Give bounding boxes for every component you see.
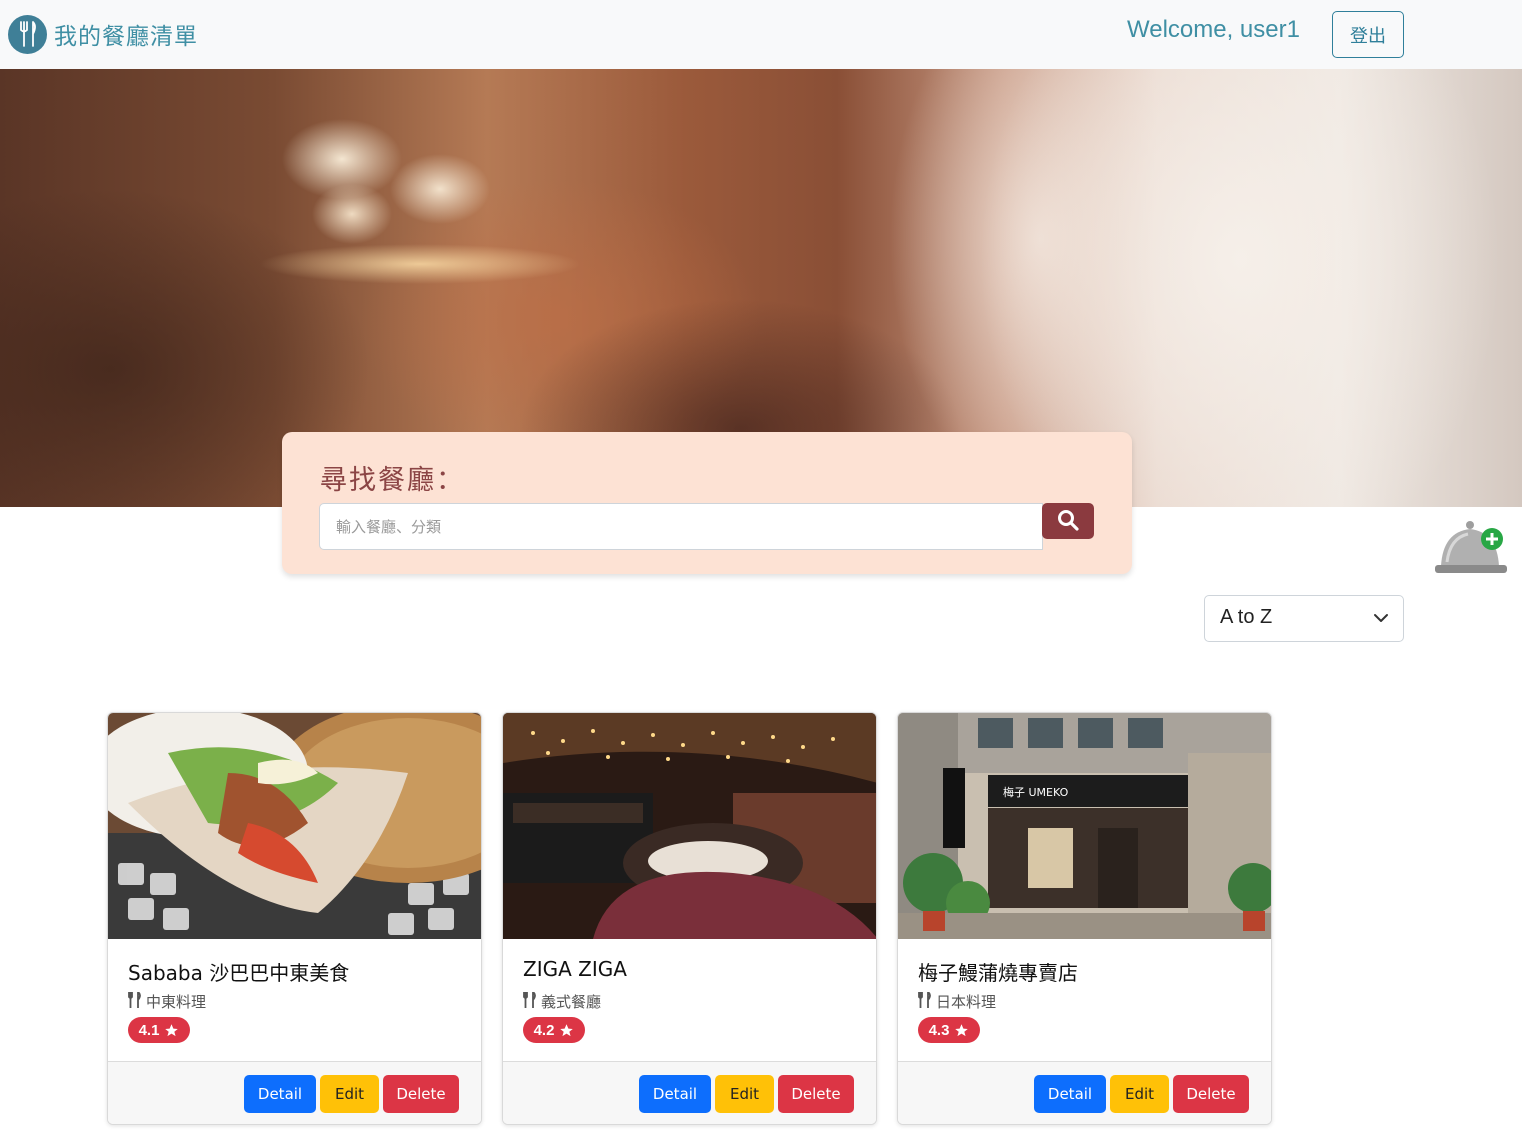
navbar: 我的餐廳清單 Welcome, user1 登出 <box>0 0 1522 69</box>
rating-badge: 4.1 <box>128 1017 190 1043</box>
add-restaurant-button[interactable] <box>1432 518 1510 576</box>
brand[interactable]: 我的餐廳清單 <box>8 14 198 54</box>
welcome-text: Welcome, user1 <box>1127 16 1300 43</box>
add-restaurant-cloche-icon <box>1432 521 1510 580</box>
svg-text:梅子 UMEKO: 梅子 UMEKO <box>1003 785 1069 799</box>
restaurant-name: ZIGA ZIGA <box>523 957 627 981</box>
rating-badge: 4.2 <box>523 1017 585 1043</box>
delete-button[interactable]: Delete <box>383 1075 459 1113</box>
brand-title: 我的餐廳清單 <box>54 24 198 50</box>
detail-button[interactable]: Detail <box>244 1075 316 1113</box>
rating-value: 4.3 <box>928 1021 950 1039</box>
sort-select[interactable]: A to Z <box>1204 595 1404 642</box>
rating-badge: 4.3 <box>918 1017 980 1043</box>
search-panel: 尋找餐廳： <box>282 432 1132 574</box>
utensils-icon <box>918 990 932 1012</box>
restaurant-category: 中東料理 <box>128 990 207 1012</box>
edit-button[interactable]: Edit <box>320 1075 379 1113</box>
restaurant-card: Sababa 沙巴巴中東美食 中東料理 4.1 Detail Edit Dele… <box>107 712 482 1125</box>
search-button[interactable] <box>1042 503 1094 539</box>
restaurant-category: 義式餐廳 <box>523 990 602 1012</box>
edit-button[interactable]: Edit <box>1110 1075 1169 1113</box>
chevron-down-icon <box>1373 610 1389 630</box>
delete-button[interactable]: Delete <box>1173 1075 1249 1113</box>
utensils-icon <box>8 14 47 54</box>
sort-selected-value: A to Z <box>1220 606 1273 628</box>
card-footer: Detail Edit Delete <box>108 1061 481 1124</box>
category-label: 義式餐廳 <box>541 993 602 1011</box>
category-label: 中東料理 <box>146 993 207 1011</box>
delete-button[interactable]: Delete <box>778 1075 854 1113</box>
logout-button[interactable]: 登出 <box>1332 11 1404 58</box>
restaurant-name: 梅子鰻蒲燒專賣店 <box>918 961 1078 985</box>
rating-value: 4.1 <box>138 1021 160 1039</box>
category-label: 日本料理 <box>936 993 997 1011</box>
restaurant-name: Sababa 沙巴巴中東美食 <box>128 961 350 985</box>
search-title: 尋找餐廳： <box>320 465 465 496</box>
restaurant-image[interactable]: 梅子 UMEKO <box>898 713 1271 939</box>
search-icon <box>1057 509 1079 534</box>
edit-button[interactable]: Edit <box>715 1075 774 1113</box>
card-footer: Detail Edit Delete <box>898 1061 1271 1124</box>
star-icon <box>164 1023 179 1038</box>
card-footer: Detail Edit Delete <box>503 1061 876 1124</box>
rating-value: 4.2 <box>533 1021 555 1039</box>
utensils-icon <box>128 990 142 1012</box>
search-input[interactable] <box>319 503 1043 550</box>
restaurant-image[interactable] <box>503 713 876 939</box>
detail-button[interactable]: Detail <box>639 1075 711 1113</box>
star-icon <box>559 1023 574 1038</box>
restaurant-image[interactable] <box>108 713 481 939</box>
utensils-icon <box>523 990 537 1012</box>
restaurant-category: 日本料理 <box>918 990 997 1012</box>
restaurant-card: 梅子 UMEKO 梅子鰻蒲燒專賣店 日本料理 4.3 Detail Edit D… <box>897 712 1272 1125</box>
star-icon <box>954 1023 969 1038</box>
restaurant-card: ZIGA ZIGA 義式餐廳 4.2 Detail Edit Delete <box>502 712 877 1125</box>
detail-button[interactable]: Detail <box>1034 1075 1106 1113</box>
